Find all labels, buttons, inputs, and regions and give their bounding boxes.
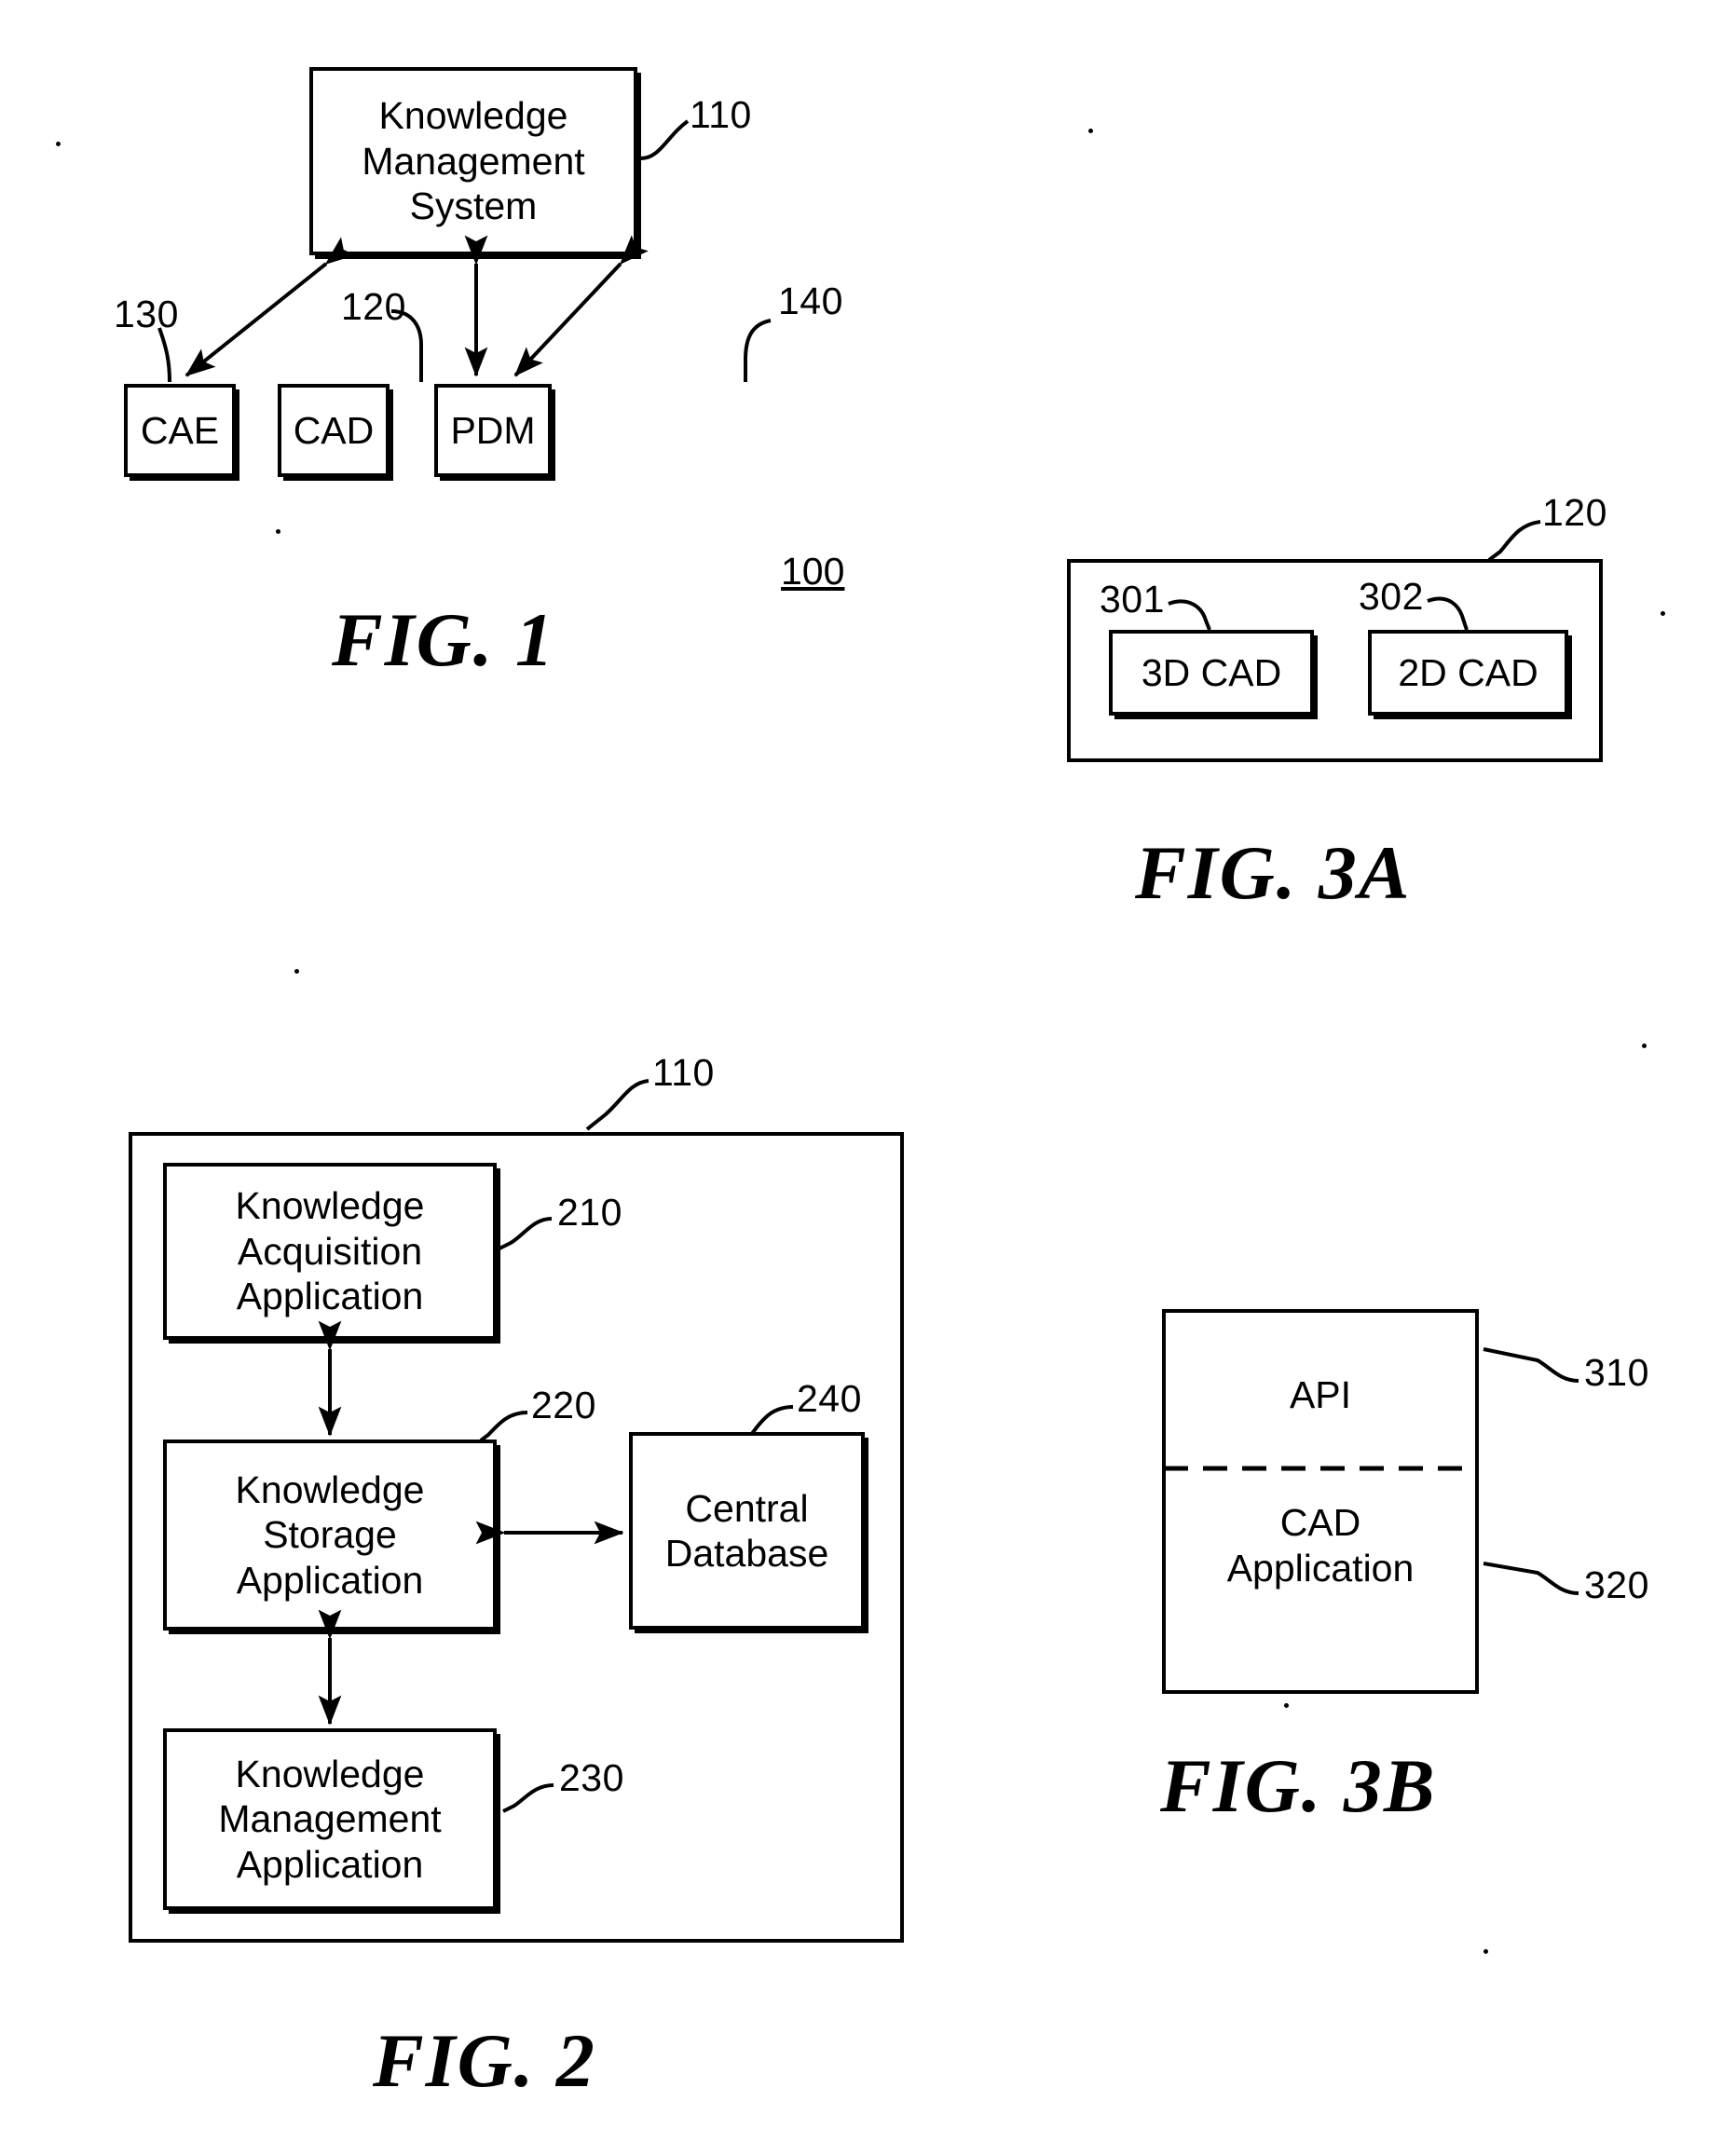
reference-numeral-120-fig3a: 120 [1542, 491, 1607, 534]
scan-speck [1661, 611, 1665, 616]
reference-numeral-210: 210 [557, 1191, 622, 1234]
knowledge-management-application-label: Knowledge Management Application [218, 1752, 442, 1886]
figure-3b-caption: FIG. 3B [1160, 1743, 1437, 1828]
reference-numeral-110-fig1: 110 [690, 93, 752, 136]
leader-320 [1483, 1562, 1579, 1595]
figure-1-system-numeral: 100 [781, 550, 845, 593]
central-database-box: Central Database [629, 1432, 865, 1630]
3d-cad-box: 3D CAD [1109, 630, 1314, 716]
reference-numeral-220: 220 [531, 1384, 596, 1426]
pdm-box: PDM [434, 384, 552, 477]
reference-numeral-301: 301 [1100, 578, 1165, 621]
scan-speck [56, 142, 61, 146]
connector-kms-to-pdm [513, 235, 649, 377]
figure-1-caption: FIG. 1 [332, 597, 555, 682]
knowledge-storage-application-label: Knowledge Storage Application [235, 1467, 425, 1602]
scan-speck [1284, 1703, 1289, 1708]
cae-label: CAE [140, 408, 220, 452]
reference-numeral-240: 240 [797, 1377, 862, 1420]
leader-110-fig1 [640, 119, 690, 160]
reference-numeral-230: 230 [559, 1756, 624, 1799]
leader-110-fig2 [585, 1079, 649, 1131]
scan-speck [1642, 1044, 1647, 1048]
reference-numeral-130: 130 [114, 293, 179, 335]
reference-numeral-110-fig2: 110 [652, 1051, 715, 1094]
2d-cad-label: 2D CAD [1398, 650, 1538, 694]
scan-speck [1483, 1949, 1488, 1954]
cad-application-label: CAD Application [1226, 1501, 1415, 1590]
cad-box: CAD [278, 384, 390, 477]
3d-cad-label: 3D CAD [1141, 650, 1282, 694]
scan-speck [276, 529, 280, 534]
cae-box: CAE [124, 384, 236, 477]
knowledge-management-system-label: Knowledge Management System [362, 94, 585, 228]
reference-numeral-302: 302 [1359, 575, 1424, 618]
reference-numeral-140: 140 [778, 280, 843, 322]
connector-kms-to-cae [185, 237, 356, 377]
knowledge-storage-application-box: Knowledge Storage Application [163, 1440, 497, 1631]
leader-140 [744, 319, 772, 382]
leader-310 [1483, 1347, 1579, 1383]
reference-numeral-310: 310 [1584, 1351, 1649, 1394]
reference-numeral-320: 320 [1584, 1563, 1649, 1606]
reference-numeral-120-fig1: 120 [341, 285, 406, 328]
scan-speck [294, 969, 299, 974]
knowledge-management-system-box: Knowledge Management System [309, 67, 637, 255]
patent-drawing-sheet: Knowledge Management System CAE CAD PDM … [0, 0, 1709, 2156]
2d-cad-box: 2D CAD [1368, 630, 1568, 716]
leader-120-fig3a [1487, 520, 1541, 562]
central-database-label: Central Database [664, 1486, 829, 1575]
knowledge-acquisition-application-box: Knowledge Acquisition Application [163, 1163, 497, 1340]
api-label: API [1289, 1373, 1352, 1416]
knowledge-management-application-box: Knowledge Management Application [163, 1728, 497, 1910]
pdm-label: PDM [450, 408, 536, 452]
knowledge-acquisition-application-label: Knowledge Acquisition Application [235, 1184, 425, 1318]
figure-3a-caption: FIG. 3A [1135, 830, 1412, 915]
scan-speck [1088, 129, 1093, 133]
figure-2-caption: FIG. 2 [373, 2018, 596, 2103]
cad-label: CAD [293, 408, 375, 452]
